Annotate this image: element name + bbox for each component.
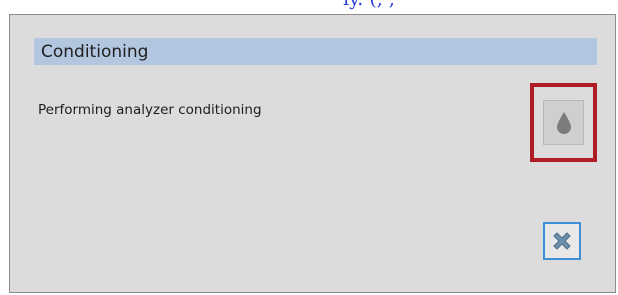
partial-top-text: ıy. (, , bbox=[343, 0, 618, 12]
close-icon bbox=[553, 232, 571, 250]
drop-icon bbox=[556, 111, 571, 134]
dialog-title-bar: Conditioning bbox=[34, 38, 597, 65]
status-message: Performing analyzer conditioning bbox=[38, 102, 262, 118]
dialog-title: Conditioning bbox=[41, 41, 149, 62]
conditioning-drop-button[interactable] bbox=[530, 83, 597, 162]
close-button[interactable] bbox=[543, 222, 581, 260]
drop-button-face[interactable] bbox=[543, 100, 584, 145]
